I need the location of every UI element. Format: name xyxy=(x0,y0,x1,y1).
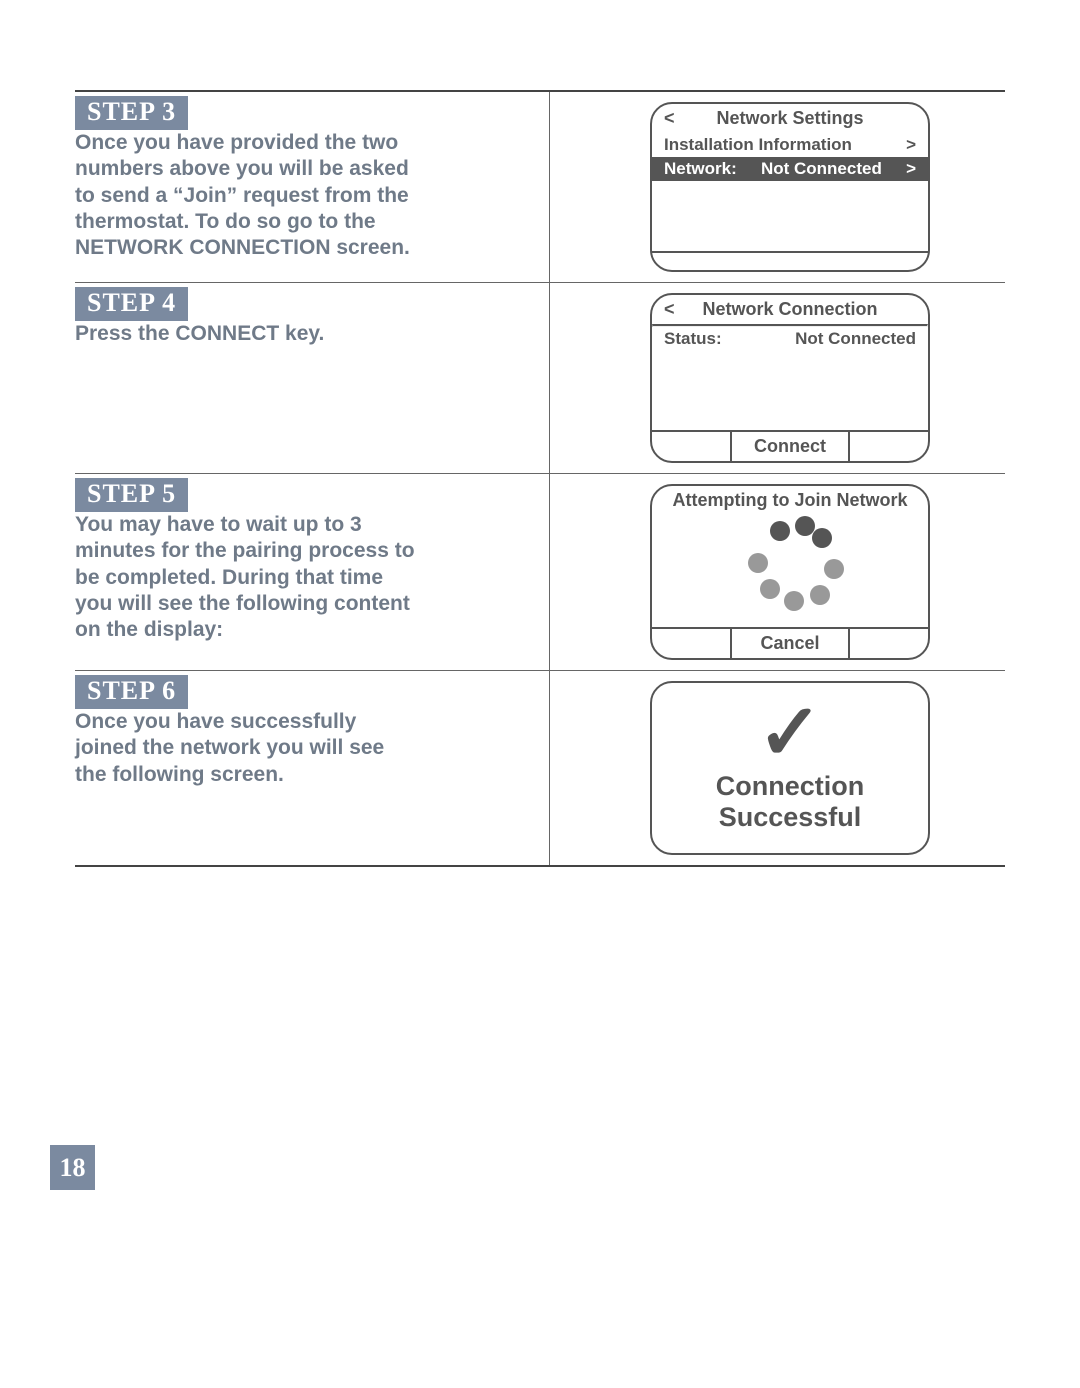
step-3-left: STEP 3 Once you have provided the two nu… xyxy=(75,92,550,282)
step-3-badge: STEP 3 xyxy=(75,96,188,130)
step-4-left: STEP 4 Press the CONNECT key. xyxy=(75,283,550,473)
step-4-right: < Network Connection Status: Not Connect… xyxy=(550,283,1005,473)
step-6-right: ✓ Connection Successful xyxy=(550,671,1005,865)
device-title: Attempting to Join Network xyxy=(652,486,928,515)
step-4-badge: STEP 4 xyxy=(75,287,188,321)
step-6-text: Once you have successfully joined the ne… xyxy=(75,709,420,788)
device-network-connection: < Network Connection Status: Not Connect… xyxy=(650,293,930,463)
back-icon: < xyxy=(664,299,675,320)
step-3-right: < Network Settings Installation Informat… xyxy=(550,92,1005,282)
device-header: < Network Connection xyxy=(652,295,928,324)
footer-seg-right xyxy=(848,629,928,658)
device-footer: Connect xyxy=(652,430,928,461)
step-5-text: You may have to wait up to 3 minutes for… xyxy=(75,512,420,643)
step-5-right: Attempting to Join Network Cancel xyxy=(550,474,1005,670)
connect-button: Connect xyxy=(730,432,849,461)
page-content: STEP 3 Once you have provided the two nu… xyxy=(75,90,1005,867)
row-value: Not Connected xyxy=(761,159,882,179)
chevron-right-icon: > xyxy=(906,135,916,155)
installation-information-row: Installation Information > xyxy=(652,133,928,157)
success-line-1: Connection xyxy=(716,771,865,801)
device-title: Network Connection xyxy=(702,299,877,319)
device-title: Network Settings xyxy=(716,108,863,128)
device-network-settings: < Network Settings Installation Informat… xyxy=(650,102,930,272)
device-footer-space xyxy=(652,253,928,269)
spinner-icon xyxy=(740,521,840,621)
footer-seg-left xyxy=(652,629,730,658)
step-6-row: STEP 6 Once you have successfully joined… xyxy=(75,671,1005,865)
back-icon: < xyxy=(664,108,675,129)
step-5-row: STEP 5 You may have to wait up to 3 minu… xyxy=(75,474,1005,671)
step-5-badge: STEP 5 xyxy=(75,478,188,512)
chevron-right-icon: > xyxy=(906,159,916,179)
step-5-left: STEP 5 You may have to wait up to 3 minu… xyxy=(75,474,550,670)
step-6-badge: STEP 6 xyxy=(75,675,188,709)
success-message: Connection Successful xyxy=(662,771,918,847)
footer-seg-left xyxy=(652,432,730,461)
device-footer: Cancel xyxy=(652,627,928,658)
step-6-left: STEP 6 Once you have successfully joined… xyxy=(75,671,550,865)
cancel-button: Cancel xyxy=(730,629,849,658)
step-3-row: STEP 3 Once you have provided the two nu… xyxy=(75,92,1005,283)
device-body xyxy=(652,181,928,251)
row-label: Installation Information xyxy=(664,135,852,155)
step-4-row: STEP 4 Press the CONNECT key. < Network … xyxy=(75,283,1005,474)
device-success: ✓ Connection Successful xyxy=(650,681,930,855)
page-number: 18 xyxy=(50,1145,95,1190)
network-status-row: Network: Not Connected > xyxy=(652,157,928,181)
status-row: Status: Not Connected xyxy=(652,327,928,351)
device-body xyxy=(652,351,928,430)
device-joining: Attempting to Join Network Cancel xyxy=(650,484,930,660)
step-4-text: Press the CONNECT key. xyxy=(75,321,420,347)
footer-seg-right xyxy=(848,432,928,461)
status-label: Status: xyxy=(664,329,722,349)
device-header: < Network Settings xyxy=(652,104,928,133)
success-line-2: Successful xyxy=(719,802,862,832)
checkmark-icon: ✓ xyxy=(662,691,918,771)
step-3-text: Once you have provided the two numbers a… xyxy=(75,130,420,261)
status-value: Not Connected xyxy=(795,329,916,349)
row-label: Network: xyxy=(664,159,737,179)
